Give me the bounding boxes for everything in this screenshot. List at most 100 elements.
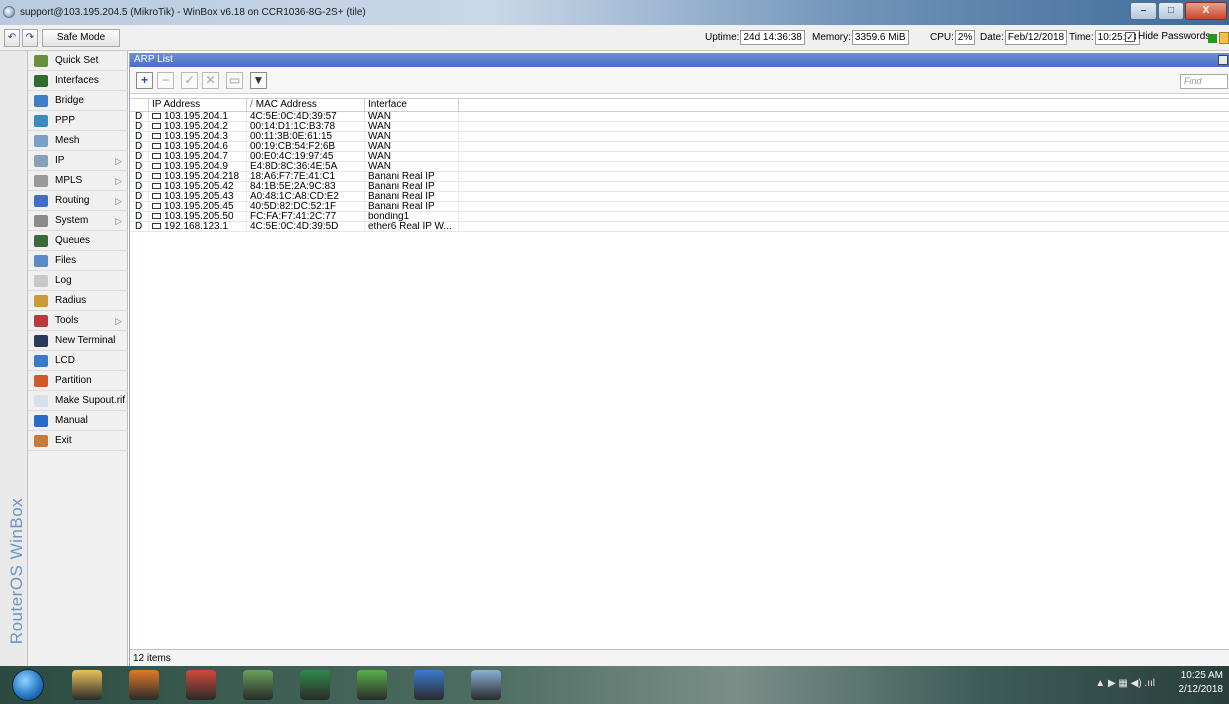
sidebar-item-system[interactable]: System ▷ bbox=[28, 211, 128, 231]
minimize-button[interactable]: – bbox=[1130, 2, 1157, 20]
ip-address-cell-text: 103.195.204.218 bbox=[164, 172, 240, 181]
sidebar-item-ip[interactable]: IP ▷ bbox=[28, 151, 128, 171]
ip-address-cell: 103.195.204.2 bbox=[149, 122, 247, 131]
sidebar-item-label: Manual bbox=[55, 415, 88, 426]
sidebar-item-radius[interactable]: Radius bbox=[28, 291, 128, 311]
queues-icon bbox=[34, 235, 48, 247]
memory-label: Memory: bbox=[812, 32, 851, 43]
hide-passwords-checkbox[interactable]: ✓ bbox=[1125, 32, 1135, 42]
interface-column-header[interactable]: Interface bbox=[365, 99, 459, 111]
sidebar-item-label: Queues bbox=[55, 235, 91, 246]
sidebar-item-quick-set[interactable]: Quick Set bbox=[28, 51, 128, 71]
sidebar-item-mpls[interactable]: MPLS ▷ bbox=[28, 171, 128, 191]
excel-icon[interactable] bbox=[300, 670, 330, 700]
utorrent-icon[interactable] bbox=[357, 670, 387, 700]
sidebar-item-interfaces[interactable]: Interfaces bbox=[28, 71, 128, 91]
start-button[interactable] bbox=[12, 669, 44, 701]
table-row[interactable]: D 103.195.205.42 84:1B:5E:2A:9C:83 Banani R… bbox=[130, 182, 1229, 192]
explorer-icon[interactable] bbox=[72, 670, 102, 700]
winbox-icon[interactable] bbox=[414, 670, 444, 700]
sidebar-item-label: Mesh bbox=[55, 135, 80, 146]
paint-icon[interactable] bbox=[471, 670, 501, 700]
table-row[interactable]: D 103.195.204.1 4C:5E:0C:4D:39:57 WAN bbox=[130, 112, 1229, 122]
interface-cell-text: Banani Real IP bbox=[368, 172, 435, 181]
interface-cell: WAN bbox=[365, 112, 459, 121]
empty-cell bbox=[459, 192, 1229, 201]
table-row[interactable]: D 103.195.204.2 00:14:D1:1C:B3:78 WAN bbox=[130, 122, 1229, 132]
date-value: Feb/12/2018 bbox=[1004, 30, 1068, 45]
table-row[interactable]: D 103.195.204.218 18:A6:F7:7E:41:C1 Banani … bbox=[130, 172, 1229, 182]
ip-address-cell: 192.168.123.1 bbox=[149, 222, 247, 231]
flag-cell: D bbox=[130, 182, 149, 191]
sidebar-item-ppp[interactable]: PPP bbox=[28, 111, 128, 131]
sidebar-item-make-supout-rif[interactable]: Make Supout.rif bbox=[28, 391, 128, 411]
hide-passwords-toggle[interactable]: ✓ Hide Passwords bbox=[1125, 30, 1210, 45]
interfaces-icon bbox=[34, 75, 48, 87]
remove-button[interactable]: − bbox=[157, 72, 174, 89]
window-title: support@103.195.204.5 (MikroTik) - WinBo… bbox=[20, 7, 366, 18]
undo-button[interactable]: ↶ bbox=[4, 29, 20, 47]
sidebar-item-routing[interactable]: Routing ▷ bbox=[28, 191, 128, 211]
table-row[interactable]: D 192.168.123.1 4C:5E:0C:4D:39:5D ether6 Re… bbox=[130, 222, 1229, 232]
sidebar-item-manual[interactable]: Manual bbox=[28, 411, 128, 431]
memory-status: Memory: 3359.6 MiB bbox=[812, 30, 912, 45]
flag-cell: D bbox=[130, 212, 149, 221]
mac-address-column-header[interactable]: / MAC Address bbox=[247, 99, 365, 111]
sidebar-item-label: System bbox=[55, 215, 89, 226]
brand-text: RouterOS WinBox bbox=[7, 497, 26, 645]
maximize-button[interactable]: □ bbox=[1158, 2, 1184, 20]
uptime-label: Uptime: bbox=[705, 32, 740, 43]
add-button[interactable]: + bbox=[136, 72, 153, 89]
system-icon bbox=[34, 215, 48, 227]
sidebar-item-queues[interactable]: Queues bbox=[28, 231, 128, 251]
arp-entry-icon bbox=[152, 143, 161, 149]
empty-cell bbox=[459, 122, 1229, 131]
chrome-icon[interactable] bbox=[186, 670, 216, 700]
table-row[interactable]: D 103.195.204.6 00:19:CB:54:F2:6B WAN bbox=[130, 142, 1229, 152]
uptime-value: 24d 14:36:38 bbox=[740, 30, 805, 45]
flag-column-header[interactable] bbox=[130, 99, 149, 111]
sidebar-item-lcd[interactable]: LCD bbox=[28, 351, 128, 371]
sidebar-item-files[interactable]: Files bbox=[28, 251, 128, 271]
find-input[interactable]: Find bbox=[1180, 74, 1228, 89]
sort-indicator: / bbox=[250, 99, 253, 110]
table-row[interactable]: D 103.195.204.9 E4:8D:8C:36:4E:5A WAN bbox=[130, 162, 1229, 172]
maximize-icon: □ bbox=[1167, 5, 1175, 16]
sidebar-item-partition[interactable]: Partition bbox=[28, 371, 128, 391]
sidebar-item-tools[interactable]: Tools ▷ bbox=[28, 311, 128, 331]
sidebar-item-mesh[interactable]: Mesh bbox=[28, 131, 128, 151]
redo-button[interactable]: ↷ bbox=[22, 29, 38, 47]
notepad-icon[interactable] bbox=[243, 670, 273, 700]
table-row[interactable]: D 103.195.205.43 A0:48:1C:A8:CD:E2 Banani R… bbox=[130, 192, 1229, 202]
lcd-icon bbox=[34, 355, 48, 367]
flag-cell: D bbox=[130, 122, 149, 131]
enable-button[interactable]: ✓ bbox=[181, 72, 198, 89]
disable-button[interactable]: ✕ bbox=[202, 72, 219, 89]
filter-button[interactable]: ▼ bbox=[250, 72, 267, 89]
close-button[interactable]: X bbox=[1185, 2, 1227, 20]
arp-entry-icon bbox=[152, 123, 161, 129]
table-row[interactable]: D 103.195.204.3 00:11:3B:0E:61:15 WAN bbox=[130, 132, 1229, 142]
arp-entry-icon bbox=[152, 133, 161, 139]
interface-cell: Banani Real IP bbox=[365, 192, 459, 201]
sidebar-item-label: New Terminal bbox=[55, 335, 116, 346]
table-row[interactable]: D 103.195.204.7 00:E0:4C:19:97:45 WAN bbox=[130, 152, 1229, 162]
mac-address-cell-text: 00:14:D1:1C:B3:78 bbox=[250, 122, 336, 131]
window-title-bar: support@103.195.204.5 (MikroTik) - WinBo… bbox=[0, 0, 1229, 25]
sidebar-item-exit[interactable]: Exit bbox=[28, 431, 128, 451]
outlook-icon[interactable] bbox=[129, 670, 159, 700]
interface-cell: ether6 Real IP W... bbox=[365, 222, 459, 231]
ip-address-cell: 103.195.204.6 bbox=[149, 142, 247, 151]
table-row[interactable]: D 103.195.205.50 FC:FA:F7:41:2C:77 bonding1 bbox=[130, 212, 1229, 222]
safe-mode-button[interactable]: Safe Mode bbox=[42, 29, 120, 47]
comment-button[interactable]: ▭ bbox=[226, 72, 243, 89]
taskbar-clock[interactable]: 10:25 AM 2/12/2018 bbox=[1179, 669, 1224, 697]
ip-icon bbox=[34, 155, 48, 167]
sidebar-item-new-terminal[interactable]: New Terminal bbox=[28, 331, 128, 351]
table-row[interactable]: D 103.195.205.45 40:5D:82:DC:52:1F Banani R… bbox=[130, 202, 1229, 212]
window-restore-icon[interactable] bbox=[1218, 55, 1228, 65]
sidebar-item-log[interactable]: Log bbox=[28, 271, 128, 291]
system-tray-icons[interactable]: ▲ ▶ ▦ ◀) .ııl bbox=[1095, 678, 1155, 689]
ip-address-column-header[interactable]: IP Address bbox=[149, 99, 247, 111]
sidebar-item-bridge[interactable]: Bridge bbox=[28, 91, 128, 111]
